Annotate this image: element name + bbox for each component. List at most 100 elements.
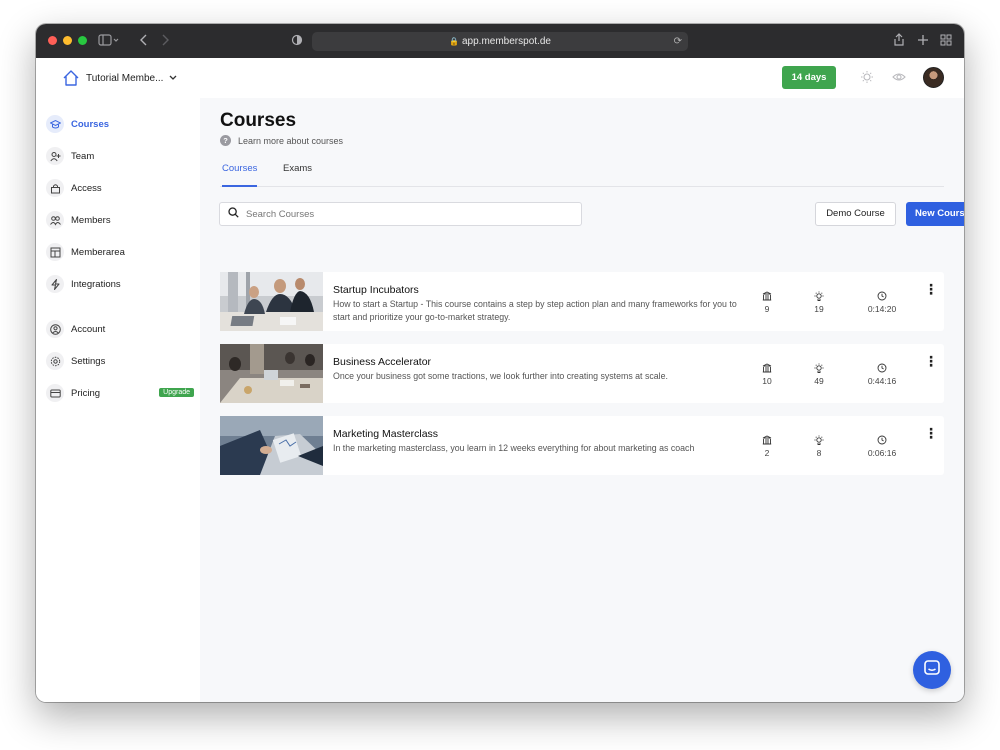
sidebar-item-courses[interactable]: Courses: [46, 114, 192, 134]
lesson-count-value: 19: [814, 304, 824, 314]
lightbulb-icon[interactable]: [860, 70, 874, 89]
url-text: app.memberspot.de: [462, 36, 551, 47]
sidebar-item-access[interactable]: Access: [46, 178, 192, 198]
tab-overview-icon[interactable]: [940, 33, 952, 47]
workspace-switcher[interactable]: Tutorial Membe...: [62, 69, 177, 87]
sidebar-item-account[interactable]: Account: [46, 319, 192, 339]
tab-courses[interactable]: Courses: [222, 163, 258, 187]
demo-course-button[interactable]: Demo Course: [815, 202, 896, 226]
help-link[interactable]: ? Learn more about courses: [220, 135, 343, 146]
lesson-count: 49: [799, 363, 839, 386]
lock-icon: [46, 179, 64, 197]
sidebar-item-label: Courses: [71, 118, 110, 130]
module-count-value: 10: [762, 376, 772, 386]
course-thumbnail: [220, 416, 323, 475]
module-count: 10: [747, 363, 787, 386]
translate-reload-icon[interactable]: ⟳: [674, 32, 682, 51]
course-thumbnail: [220, 344, 323, 403]
gear-icon: [46, 352, 64, 370]
back-arrow-icon[interactable]: [139, 33, 149, 47]
sidebar-item-memberarea[interactable]: Memberarea: [46, 242, 192, 262]
minimize-window-button[interactable]: [63, 36, 72, 45]
lesson-count: 19: [799, 291, 839, 314]
sidebar-item-team[interactable]: Team: [46, 146, 192, 166]
lesson-count-value: 49: [814, 376, 824, 386]
search-box: [219, 202, 582, 226]
new-tab-icon[interactable]: [917, 33, 929, 47]
sidebar-item-integrations[interactable]: Integrations: [46, 274, 192, 294]
module-count-value: 2: [764, 448, 770, 458]
sidebar-item-settings[interactable]: Settings: [46, 351, 192, 371]
window-controls: [48, 36, 87, 45]
bolt-icon: [46, 275, 64, 293]
duration-value: 0:14:20: [867, 304, 897, 314]
course-title[interactable]: Marketing Masterclass: [333, 428, 438, 440]
building-icon: [762, 291, 772, 301]
sidebar-item-label: Team: [71, 150, 95, 162]
chat-icon: [923, 659, 941, 682]
user-avatar[interactable]: [923, 67, 944, 88]
user-plus-icon: [46, 147, 64, 165]
upgrade-badge[interactable]: Upgrade: [159, 388, 194, 397]
page-title: Courses: [220, 110, 297, 131]
help-link-text: Learn more about courses: [238, 135, 344, 146]
user-circle-icon: [46, 320, 64, 338]
chevron-down-icon: [169, 75, 177, 81]
sidebar-item-label: Pricing: [71, 387, 101, 399]
clock-icon: [877, 291, 887, 301]
building-icon: [762, 363, 772, 373]
lightbulb-icon: [814, 291, 824, 301]
address-bar[interactable]: 🔒 app.memberspot.de ⟳: [312, 32, 688, 51]
module-count: 9: [747, 291, 787, 314]
share-icon[interactable]: [893, 33, 905, 47]
search-input[interactable]: [246, 208, 566, 220]
sidebar-item-members[interactable]: Members: [46, 210, 192, 230]
sidebar-toggle-icon[interactable]: [98, 33, 120, 47]
more-options-icon[interactable]: ⋮: [924, 282, 938, 296]
clock-icon: [877, 435, 887, 445]
course-description: Once your business got some tractions, w…: [333, 371, 668, 381]
lesson-count-value: 8: [816, 448, 822, 458]
browser-window: 🔒 app.memberspot.de ⟳ Tutorial Membe... 1…: [36, 24, 964, 702]
sidebar-item-label: Account: [71, 323, 106, 335]
chat-launcher-button[interactable]: [913, 651, 951, 689]
course-card[interactable]: Business Accelerator Once your business …: [220, 344, 944, 403]
sidebar-item-pricing[interactable]: Pricing Upgrade: [46, 383, 194, 403]
eye-icon[interactable]: [892, 70, 906, 89]
duration-value: 0:44:16: [867, 376, 897, 386]
lesson-count: 8: [799, 435, 839, 458]
course-card[interactable]: Marketing Masterclass In the marketing m…: [220, 416, 944, 475]
course-title[interactable]: Startup Incubators: [333, 284, 419, 296]
graduation-cap-icon: [46, 115, 64, 133]
credit-card-icon: [46, 384, 64, 402]
module-count-value: 9: [764, 304, 770, 314]
tab-exams[interactable]: Exams: [283, 163, 312, 187]
building-icon: [762, 435, 772, 445]
app-header: Tutorial Membe... 14 days: [36, 58, 964, 98]
close-window-button[interactable]: [48, 36, 57, 45]
sidebar-item-label: Memberarea: [71, 246, 125, 258]
more-options-icon[interactable]: ⋮: [924, 426, 938, 440]
lightbulb-icon: [814, 435, 824, 445]
more-options-icon[interactable]: ⋮: [924, 354, 938, 368]
course-card[interactable]: Startup Incubators How to start a Startu…: [220, 272, 944, 331]
privacy-shield-icon[interactable]: [291, 33, 303, 47]
duration-value: 0:06:16: [867, 448, 897, 458]
zoom-window-button[interactable]: [78, 36, 87, 45]
forward-arrow-icon[interactable]: [160, 33, 170, 47]
workspace-name: Tutorial Membe...: [86, 72, 164, 84]
sidebar: Courses Team Access Members Memberarea I…: [36, 98, 200, 702]
sidebar-item-label: Access: [71, 182, 102, 194]
trial-days-button[interactable]: 14 days: [782, 66, 836, 89]
clock-icon: [877, 363, 887, 373]
lock-icon: 🔒: [449, 37, 459, 46]
home-icon: [62, 69, 80, 87]
tab-bar: Courses Exams: [220, 162, 944, 187]
sidebar-item-label: Members: [71, 214, 111, 226]
course-title[interactable]: Business Accelerator: [333, 356, 431, 368]
main-content: Courses ? Learn more about courses Cours…: [200, 98, 964, 702]
lightbulb-icon: [814, 363, 824, 373]
course-description: How to start a Startup - This course con…: [333, 299, 737, 322]
new-course-button[interactable]: New Course: [906, 202, 964, 226]
course-duration: 0:06:16: [862, 435, 902, 458]
